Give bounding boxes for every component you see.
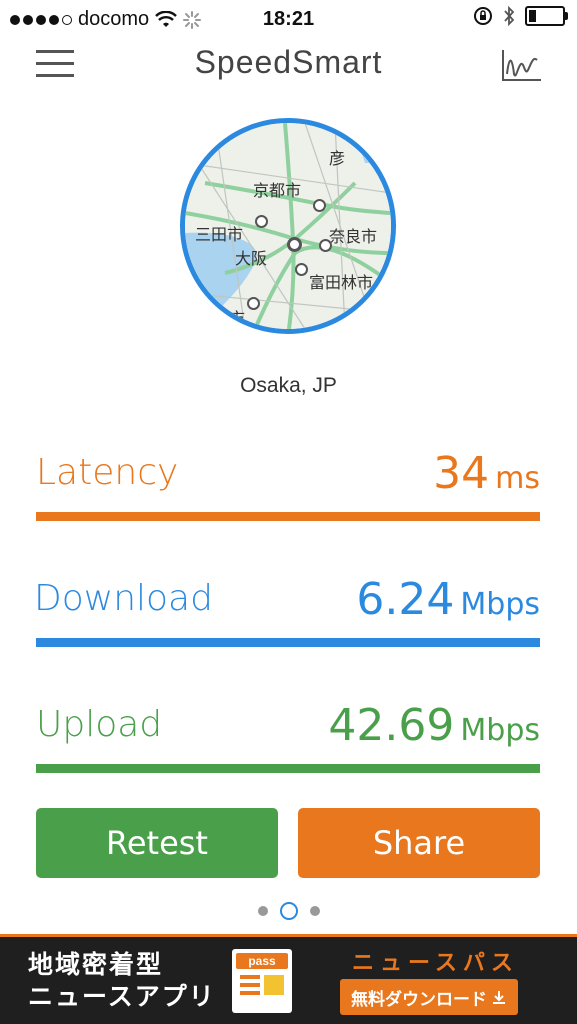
ad-download-button[interactable]: 無料ダウンロード (340, 979, 518, 1015)
download-value: 6.24 (356, 574, 455, 625)
map-label: 市 (229, 311, 246, 328)
orientation-lock-icon (474, 7, 492, 25)
map-pin-icon (313, 199, 326, 212)
map-pin-icon (295, 263, 308, 276)
map-pin-icon (247, 297, 260, 310)
share-button[interactable]: Share (298, 808, 540, 878)
download-icon (493, 991, 505, 1004)
upload-bar (36, 764, 540, 773)
bluetooth-icon (504, 6, 515, 26)
page-dot[interactable] (309, 906, 320, 916)
download-bar (36, 638, 540, 647)
map-label: 大阪 (235, 251, 268, 268)
page-dot[interactable] (257, 906, 268, 916)
map-pin-icon (255, 215, 268, 228)
ad-headline: 地域密着型 ニュースアプリ (28, 949, 216, 1013)
upload-value-group: 42.69 Mbps (328, 700, 540, 751)
battery-icon (525, 6, 568, 26)
download-unit: Mbps (460, 587, 540, 622)
latency-value: 34 (433, 448, 490, 499)
latency-metric: Latency 34 ms (36, 448, 540, 524)
ad-banner[interactable]: 地域密着型 ニュースアプリ pass ニュースパス 無料ダウンロード (0, 934, 577, 1024)
ad-logo-text: pass (236, 953, 288, 969)
download-metric: Download 6.24 Mbps (34, 574, 540, 650)
ad-headline-line1: 地域密着型 (28, 951, 164, 979)
download-value-group: 6.24 Mbps (356, 574, 540, 625)
ad-download-label: 無料ダウンロード (351, 989, 487, 1009)
map-pin-icon (319, 239, 332, 252)
page-indicator[interactable] (0, 902, 577, 920)
latency-unit: ms (495, 461, 540, 496)
app-title: SpeedSmart (194, 44, 383, 80)
upload-metric: Upload 42.69 Mbps (36, 700, 540, 776)
latency-value-group: 34 ms (433, 448, 540, 499)
location-map: 彦 京都市 三田市 大阪 奈良市 富田林市 市 (180, 118, 396, 334)
latency-label: Latency (36, 452, 179, 493)
map-label: 三田市 (195, 227, 244, 244)
map-label: 彦 (329, 151, 346, 168)
status-bar: docomo 18:21 (0, 0, 577, 40)
status-icons (473, 6, 568, 26)
page-dot-active[interactable] (279, 902, 298, 920)
map-pin-icon (287, 237, 302, 252)
map-label: 富田林市 (309, 275, 374, 292)
location-label: Osaka, JP (240, 374, 337, 397)
ad-brand-title: ニュースパス (352, 950, 519, 975)
app-header: SpeedSmart (0, 40, 577, 90)
graph-icon[interactable] (499, 46, 543, 84)
ad-headline-line2: ニュースアプリ (28, 983, 216, 1011)
map-label: 奈良市 (329, 229, 378, 246)
upload-label: Upload (36, 704, 163, 745)
upload-unit: Mbps (460, 713, 540, 748)
download-label: Download (34, 578, 213, 619)
map-label: 京都市 (253, 183, 302, 200)
upload-value: 42.69 (328, 700, 455, 751)
latency-bar (36, 512, 540, 521)
retest-button[interactable]: Retest (36, 808, 278, 878)
news-pass-logo: pass (232, 949, 292, 1013)
